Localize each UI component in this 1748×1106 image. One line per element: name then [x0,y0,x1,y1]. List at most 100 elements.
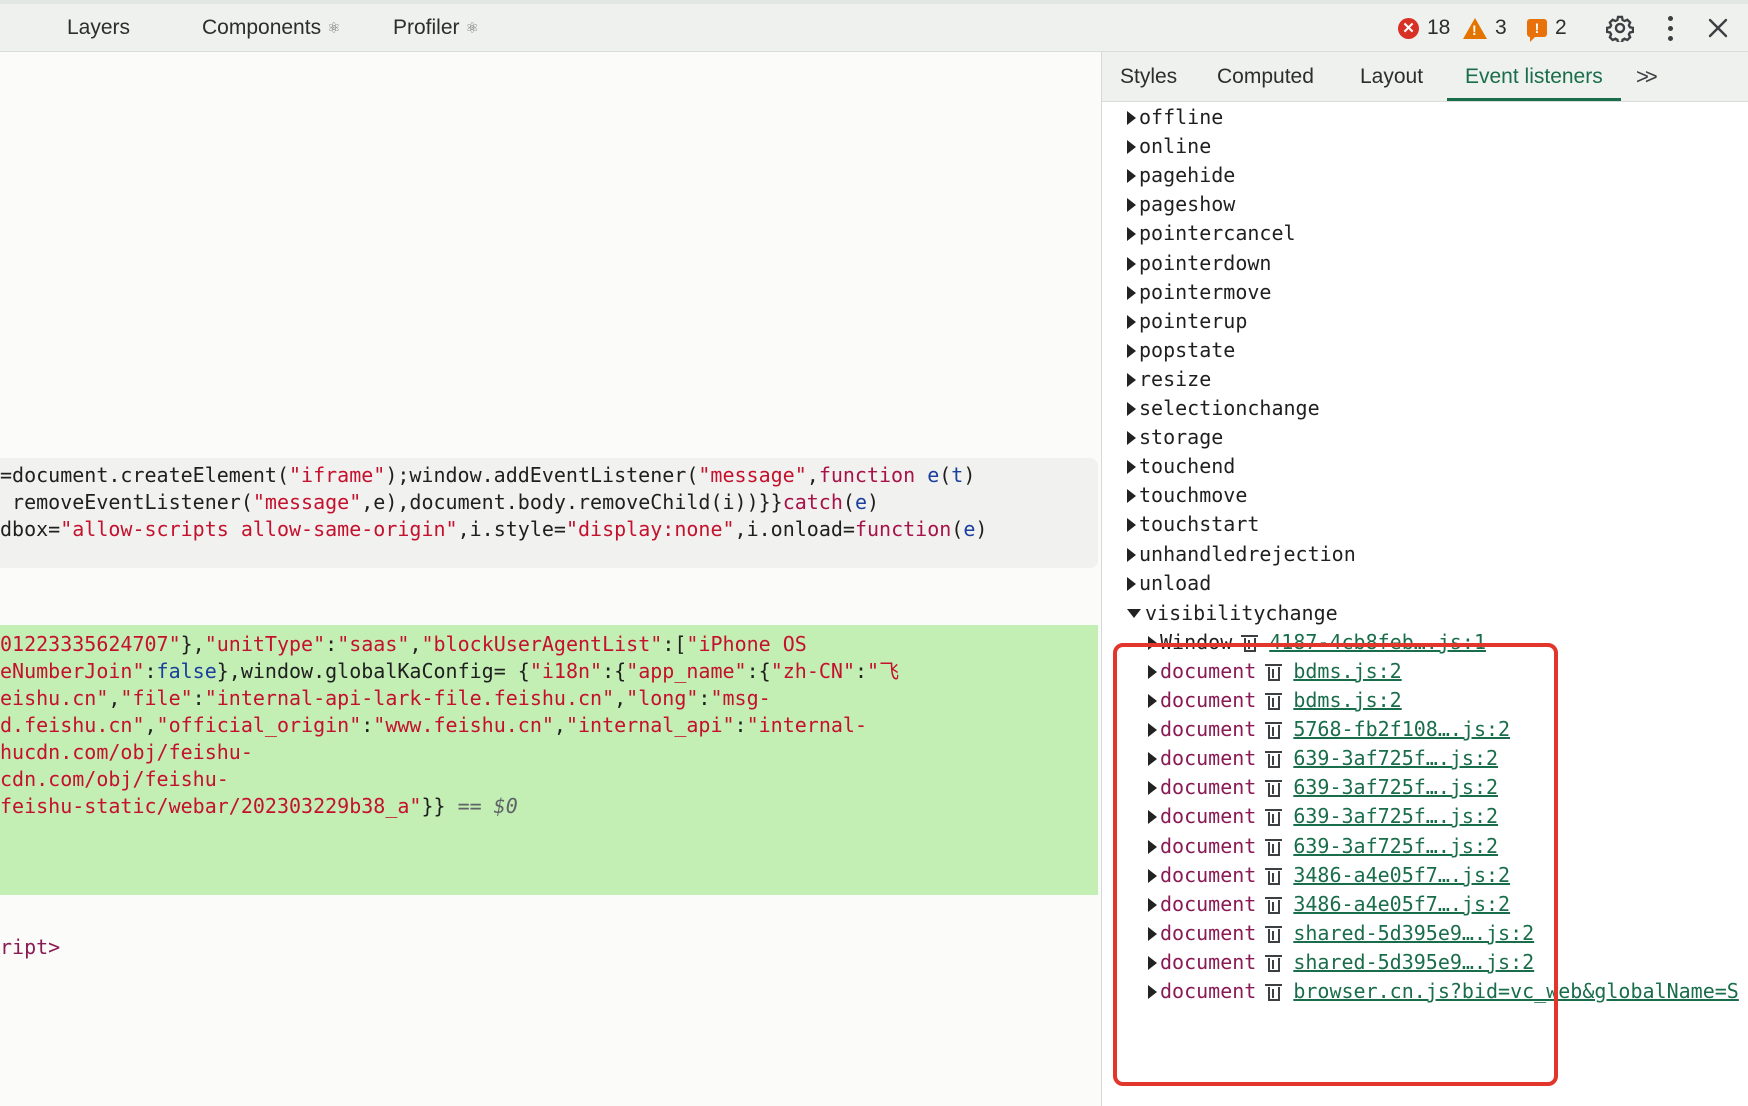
devtools-toolbar: Layers Components ⚛ Profiler ⚛ ✕ 18 ! 3 ! 2 [0,0,1748,52]
code-line: eishu.cn","file":"internal-api-lark-file… [0,685,1098,712]
event-name: pointercancel [1139,221,1296,245]
event-item[interactable]: pointermove [1127,277,1271,307]
code-token: "飞 [867,659,900,683]
code-token: "official_origin" [156,713,362,737]
code-token: function [818,463,916,487]
sidebar-tabs: Styles Computed Layout Event listeners >… [1102,52,1748,102]
code-token: , [144,713,157,737]
code-token: "allow-scripts allow-same-origin" [60,517,458,541]
code-token: dbox= [0,517,61,541]
code-token: :[ [662,632,687,656]
more-tabs-chevron-icon[interactable]: >> [1636,52,1658,101]
expand-arrow-icon [1127,402,1136,416]
event-item[interactable]: unload [1127,568,1211,598]
elements-tree-pane[interactable]: =document.createElement("iframe");window… [0,52,1102,1106]
expand-arrow-icon [1127,518,1136,532]
tab-label: Layers [67,16,131,39]
code-line: cdn.com/obj/feishu- [0,766,1098,793]
code-token: "saas" [337,632,410,656]
event-item[interactable]: resize [1127,364,1211,394]
tab-profiler[interactable]: Profiler ⚛ [393,4,479,52]
code-token: ) [975,517,988,541]
expand-arrow-icon [1127,169,1136,183]
event-name: selectionchange [1139,396,1320,420]
tab-computed[interactable]: Computed [1217,52,1314,101]
event-item[interactable]: pagehide [1127,160,1235,190]
code-token: , [108,686,121,710]
expand-arrow-icon [1127,548,1136,562]
code-token: "blockUserAgentList" [421,632,663,656]
event-item[interactable]: unhandledrejection [1127,539,1356,569]
error-counter[interactable]: ✕ 18 [1398,4,1450,52]
closing-script-tag[interactable]: ript> [0,935,60,959]
event-name: unhandledrejection [1139,542,1356,566]
code-token: "www.feishu.cn" [373,713,554,737]
error-icon: ✕ [1398,17,1419,39]
code-line: hucdn.com/obj/feishu- [0,739,1098,766]
code-token: "internal- [746,713,868,737]
tab-layers[interactable]: Layers [67,4,130,52]
issues-icon: ! [1527,19,1547,42]
warning-counter[interactable]: ! 3 [1463,4,1507,52]
tab-styles[interactable]: Styles [1120,52,1177,101]
expand-arrow-icon [1127,140,1136,154]
code-token: e [854,490,867,514]
code-token: , [553,713,566,737]
tab-label: Computed [1217,65,1314,88]
event-item[interactable]: pageshow [1127,189,1235,219]
code-token: 01223335624707" [0,632,181,656]
settings-button[interactable] [1602,4,1638,52]
warning-icon: ! [1463,17,1487,39]
event-name: storage [1139,425,1224,449]
event-item[interactable]: storage [1127,422,1223,452]
expand-arrow-icon [1127,227,1136,241]
event-name: pointerdown [1139,251,1272,275]
code-token: : [734,713,747,737]
tab-layout[interactable]: Layout [1360,52,1423,101]
script-node-code[interactable]: =document.createElement("iframe");window… [0,458,1098,568]
event-name: pageshow [1139,192,1236,216]
code-token: ,i.style= [457,517,566,541]
code-token: "iPhone OS [686,632,807,656]
highlight-annotation [1113,643,1558,1086]
close-icon [1708,18,1728,38]
code-line: feishu-static/webar/202303229b38_a"}} ==… [0,793,1098,820]
event-item[interactable]: touchend [1127,451,1235,481]
tab-label: Event listeners [1465,65,1603,88]
event-item[interactable]: touchmove [1127,480,1247,510]
event-item[interactable]: touchstart [1127,509,1259,539]
code-token: : [144,659,157,683]
expand-arrow-icon [1127,577,1136,591]
warning-count: 3 [1495,16,1507,39]
code-line: removeEventListener("message",e),documen… [0,489,1098,516]
event-item[interactable]: selectionchange [1127,393,1320,423]
code-token: }} [421,794,458,818]
code-token: "unitType" [204,632,326,656]
expand-arrow-icon [1127,489,1136,503]
expand-arrow-icon [1127,373,1136,387]
tab-components[interactable]: Components ⚛ [202,4,341,52]
selected-script-node[interactable]: 01223335624707"},"unitType":"saas","bloc… [0,625,1098,895]
code-token: "zh-CN" [770,659,855,683]
code-line: 01223335624707"},"unitType":"saas","bloc… [0,631,1098,658]
expand-arrow-icon [1127,460,1136,474]
event-item[interactable]: pointercancel [1127,218,1296,248]
event-name: unload [1139,571,1212,595]
code-token: ,e),document.body.removeChild(i))}} [361,490,783,514]
event-item[interactable]: popstate [1127,335,1235,365]
code-token: =document.createElement( [0,463,289,487]
event-item[interactable]: pointerup [1127,306,1247,336]
issues-counter[interactable]: ! 2 [1527,4,1567,52]
event-item[interactable]: pointerdown [1127,248,1271,278]
code-line: eNumberJoin":false},window.globalKaConfi… [0,658,1098,685]
event-item[interactable]: offline [1127,102,1223,132]
event-item[interactable]: online [1127,131,1211,161]
code-token: :{ [602,659,627,683]
more-options-button[interactable] [1652,4,1688,52]
tab-event-listeners[interactable]: Event listeners [1447,52,1621,101]
event-name: touchstart [1139,512,1260,536]
close-devtools-button[interactable] [1700,4,1736,52]
event-name: offline [1139,105,1224,129]
code-token: eNumberJoin" [0,659,145,683]
event-item-expanded[interactable]: visibilitychange [1127,598,1338,628]
